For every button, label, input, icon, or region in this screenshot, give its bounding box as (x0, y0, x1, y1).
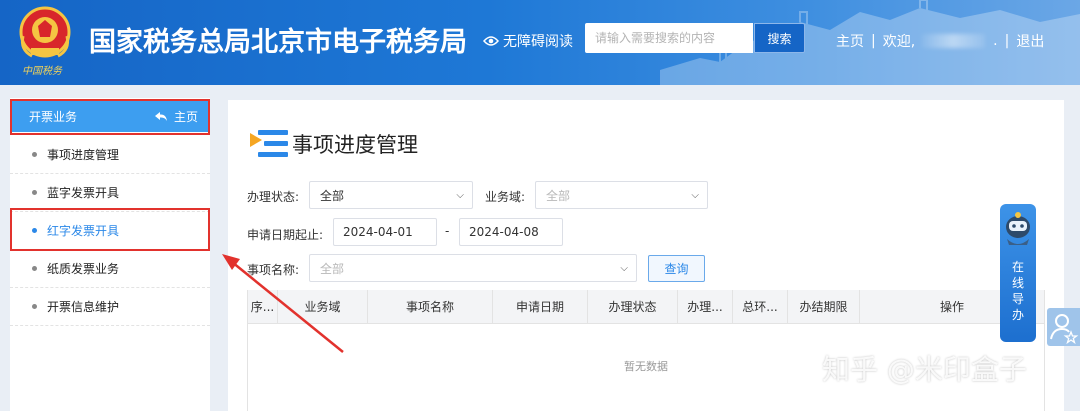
home-link[interactable]: 主页 (836, 31, 864, 51)
bullet-icon (32, 304, 37, 309)
domain-select-value: 全部 (546, 188, 571, 203)
domain-filter-label: 业务域: (485, 190, 526, 204)
list-progress-icon (250, 130, 288, 157)
nav-divider: | (1004, 33, 1010, 49)
date-start-input[interactable] (333, 218, 437, 246)
sidebar-item-label: 纸质发票业务 (47, 261, 120, 276)
query-button[interactable]: 查询 (648, 255, 705, 282)
sidebar-home-label: 主页 (173, 109, 198, 124)
header-banner: 中国税务 国家税务总局北京市电子税务局 无障碍阅读 搜索 主页 | 欢迎, . … (0, 0, 1080, 85)
redacted-username (921, 34, 986, 48)
online-guide-button[interactable]: 在线导办 (1000, 204, 1036, 342)
sidebar-item-progress[interactable]: 事项进度管理 (10, 136, 210, 174)
column-header: 申请日期 (493, 290, 588, 323)
column-header: 事项名称 (368, 290, 493, 323)
user-nav: 主页 | 欢迎, . | 退出 (836, 31, 1044, 51)
status-filter-label: 办理状态: (247, 190, 300, 204)
eye-icon (483, 36, 499, 46)
assistant-robot-icon (1006, 212, 1030, 245)
user-star-widget[interactable] (1047, 308, 1080, 346)
sidebar-menu: 事项进度管理 蓝字发票开具 红字发票开具 纸质发票业务 开票信息维护 (10, 136, 210, 326)
online-guide-label: 在线导办 (1011, 260, 1024, 322)
sidebar-item-paper-invoice[interactable]: 纸质发票业务 (10, 250, 210, 288)
sidebar-item-blue-invoice[interactable]: 蓝字发票开具 (10, 174, 210, 212)
column-header: 办理... (678, 290, 733, 323)
search-button[interactable]: 搜索 (754, 23, 805, 53)
sidebar-item-label: 开票信息维护 (47, 299, 120, 314)
bullet-icon (32, 228, 37, 233)
empty-state-text: 暂无数据 (624, 360, 668, 373)
site-title: 国家税务总局北京市电子税务局 (89, 27, 467, 58)
column-header: 序... (248, 290, 278, 323)
welcome-text: 欢迎, (882, 34, 916, 50)
item-name-label: 事项名称: (247, 263, 300, 277)
sidebar-section-title: 开票业务 (29, 109, 78, 124)
user-star-icon (1050, 314, 1079, 345)
column-header: 总环... (733, 290, 788, 323)
welcome-suffix: . (993, 33, 998, 49)
accessibility-label: 无障碍阅读 (503, 34, 573, 50)
column-header: 办理状态 (588, 290, 678, 323)
chevron-down-icon: ⌵ (691, 189, 699, 201)
item-name-select[interactable]: 全部 ⌵ (309, 254, 637, 282)
chevron-down-icon: ⌵ (456, 189, 464, 201)
bullet-icon (32, 266, 37, 271)
main-panel: 事项进度管理 办理状态: 全部 ⌵ 业务域: 全部 ⌵ 申请日期起止: - 事项… (228, 100, 1064, 411)
emblem-caption: 中国税务 (22, 66, 62, 77)
back-arrow-icon (154, 111, 167, 121)
search-input[interactable] (585, 23, 753, 53)
bullet-icon (32, 152, 37, 157)
date-separator: - (445, 224, 450, 238)
sidebar: 开票业务 主页 事项进度管理 蓝字发票开具 红字发票开具 纸质发票业务 开票信息… (10, 98, 210, 411)
sidebar-item-label: 蓝字发票开具 (47, 185, 120, 200)
page-title: 事项进度管理 (292, 133, 418, 157)
column-header: 业务域 (278, 290, 368, 323)
item-name-select-value: 全部 (320, 261, 345, 276)
chevron-down-icon: ⌵ (620, 262, 628, 274)
logout-link[interactable]: 退出 (1016, 31, 1044, 51)
sidebar-home-link[interactable]: 主页 (154, 108, 198, 125)
accessibility-reading-link[interactable]: 无障碍阅读 (483, 31, 573, 51)
nav-divider: | (871, 33, 876, 49)
results-table: 序... 业务域 事项名称 申请日期 办理状态 办理... 总环... 办结期限… (247, 290, 1045, 411)
column-header: 办结期限 (788, 290, 860, 323)
status-select[interactable]: 全部 ⌵ (309, 181, 473, 209)
bullet-icon (32, 190, 37, 195)
sidebar-item-red-invoice[interactable]: 红字发票开具 (10, 212, 210, 250)
domain-select[interactable]: 全部 ⌵ (535, 181, 708, 209)
sidebar-item-label: 红字发票开具 (47, 223, 120, 238)
date-range-label: 申请日期起止: (247, 228, 324, 242)
sidebar-section-header: 开票业务 主页 (10, 100, 208, 132)
status-select-value: 全部 (320, 188, 345, 203)
sidebar-item-label: 事项进度管理 (47, 147, 120, 162)
table-header-row: 序... 业务域 事项名称 申请日期 办理状态 办理... 总环... 办结期限… (248, 290, 1044, 324)
sidebar-item-invoice-info[interactable]: 开票信息维护 (10, 288, 210, 326)
date-end-input[interactable] (459, 218, 563, 246)
